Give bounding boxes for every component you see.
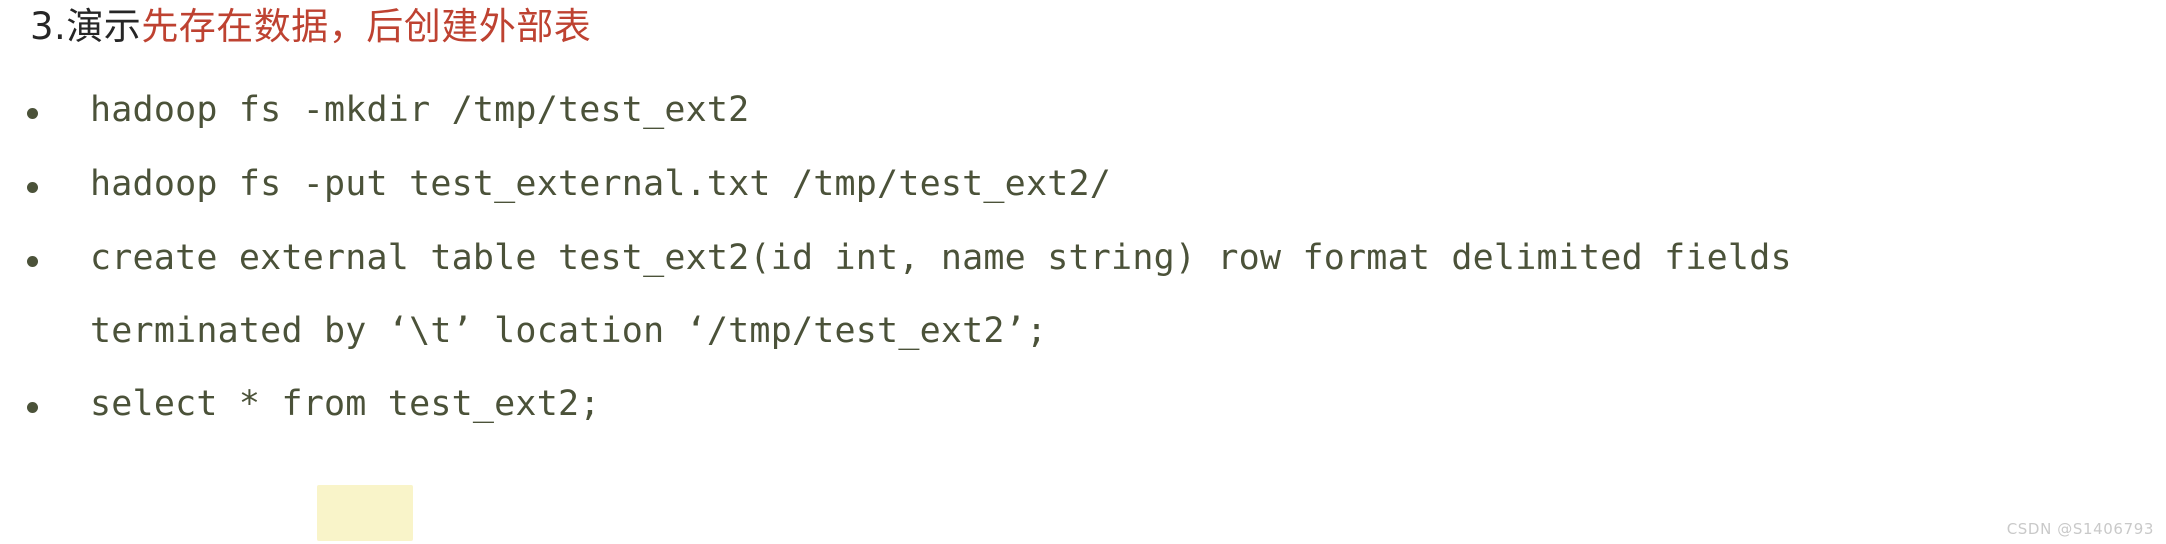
bullet-dot-icon [27,108,38,119]
page-title: 3.演示先存在数据，后创建外部表 [30,2,591,52]
list-item: select * from test_ext2; [0,368,2166,442]
slide-canvas: 3.演示先存在数据，后创建外部表 hadoop fs -mkdir /tmp/t… [0,0,2166,544]
list-item: hadoop fs -mkdir /tmp/test_ext2 [0,74,2166,148]
list-item: create external table test_ext2(id int, … [0,222,2166,368]
bullet-dot-icon [27,256,38,267]
list-item: hadoop fs -put test_external.txt /tmp/te… [0,148,2166,222]
bullet-dot-icon [27,182,38,193]
heading-black-text: 演示 [66,5,142,48]
list-item-command: hadoop fs -put test_external.txt /tmp/te… [90,164,1112,204]
text-highlight [317,485,413,541]
watermark: CSDN @S1406793 [2006,520,2154,538]
bullet-list: hadoop fs -mkdir /tmp/test_ext2 hadoop f… [0,74,2166,442]
heading-number: 3. [30,5,67,48]
list-item-command: select * from test_ext2; [90,384,601,424]
heading-red-text: 先存在数据，后创建外部表 [141,5,592,48]
list-item-command: hadoop fs -mkdir /tmp/test_ext2 [90,90,750,130]
bullet-dot-icon [27,402,38,413]
list-item-command: create external table test_ext2(id int, … [90,238,1792,278]
list-item-command-wrapped: terminated by ‘\t’ location ‘/tmp/test_e… [90,311,1048,351]
